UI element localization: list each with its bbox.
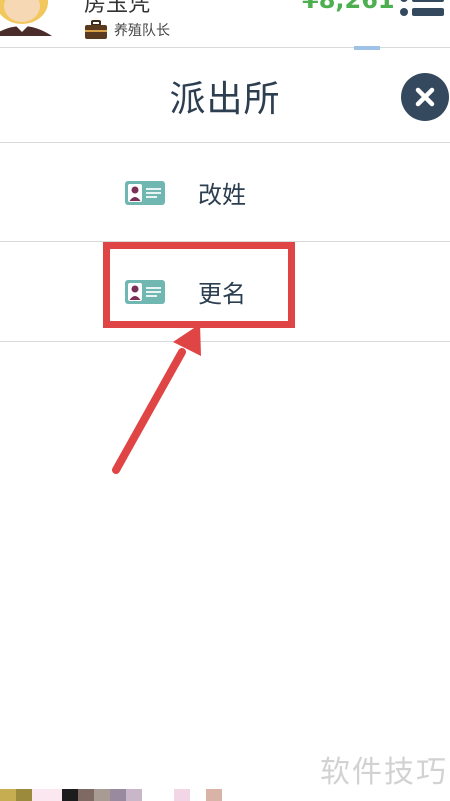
decorative-strip [0,789,222,801]
watermark: 软件技巧 [320,755,448,790]
annotation-arrow [112,324,201,474]
